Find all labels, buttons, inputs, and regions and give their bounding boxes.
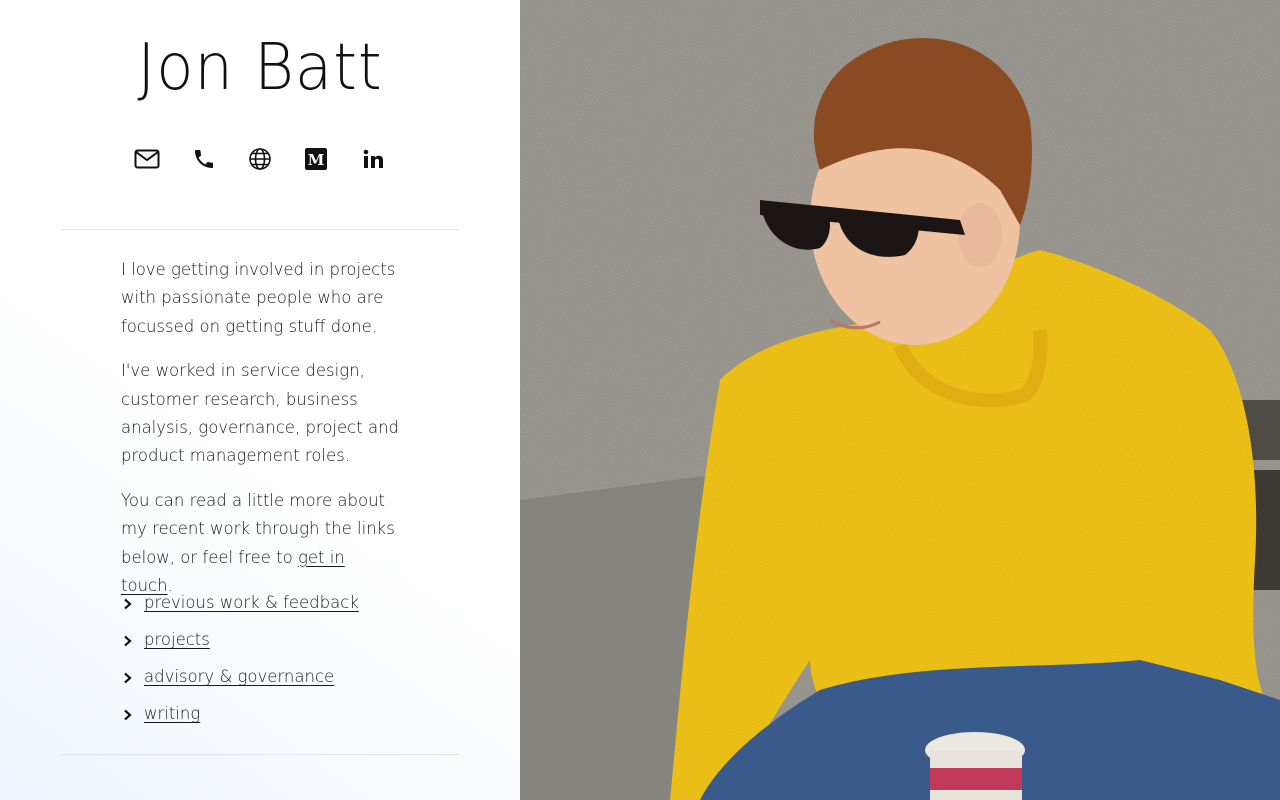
links-list: previous work & feedback projects adviso…: [121, 588, 359, 736]
globe-icon[interactable]: [246, 145, 274, 173]
bio: I love getting involved in projects with…: [121, 256, 401, 617]
chevron-right-icon: [124, 635, 132, 647]
bio-text: You can read a little more about my rece…: [121, 491, 395, 567]
previous-work-link[interactable]: previous work & feedback: [144, 593, 359, 612]
writing-link[interactable]: writing: [144, 704, 200, 723]
list-item: advisory & governance: [121, 662, 359, 699]
medium-icon[interactable]: M: [302, 145, 330, 173]
profile-photo: [520, 0, 1280, 800]
bio-paragraph: I've worked in service design, customer …: [121, 357, 401, 470]
divider: [61, 754, 459, 755]
advisory-governance-link[interactable]: advisory & governance: [144, 667, 334, 686]
chevron-right-icon: [124, 709, 132, 721]
phone-icon[interactable]: [190, 145, 218, 173]
profile-photo-illustration: [520, 0, 1280, 800]
profile-panel: Jon Batt M I love getting involved in pr…: [0, 0, 520, 800]
bio-text: I've worked in service design, customer …: [121, 361, 399, 466]
svg-text:M: M: [308, 151, 325, 169]
email-icon[interactable]: [133, 145, 161, 173]
bio-paragraph: I love getting involved in projects with…: [121, 260, 396, 336]
chevron-right-icon: [124, 672, 132, 684]
chevron-right-icon: [124, 598, 132, 610]
contact-icons: M: [0, 145, 520, 175]
projects-link[interactable]: projects: [144, 630, 210, 649]
page-title: Jon Batt: [137, 31, 383, 105]
linkedin-icon[interactable]: [359, 145, 387, 173]
list-item: writing: [121, 699, 359, 736]
bio-paragraph: You can read a little more about my rece…: [121, 487, 401, 600]
list-item: projects: [121, 625, 359, 662]
list-item: previous work & feedback: [121, 588, 359, 625]
divider: [61, 229, 459, 230]
